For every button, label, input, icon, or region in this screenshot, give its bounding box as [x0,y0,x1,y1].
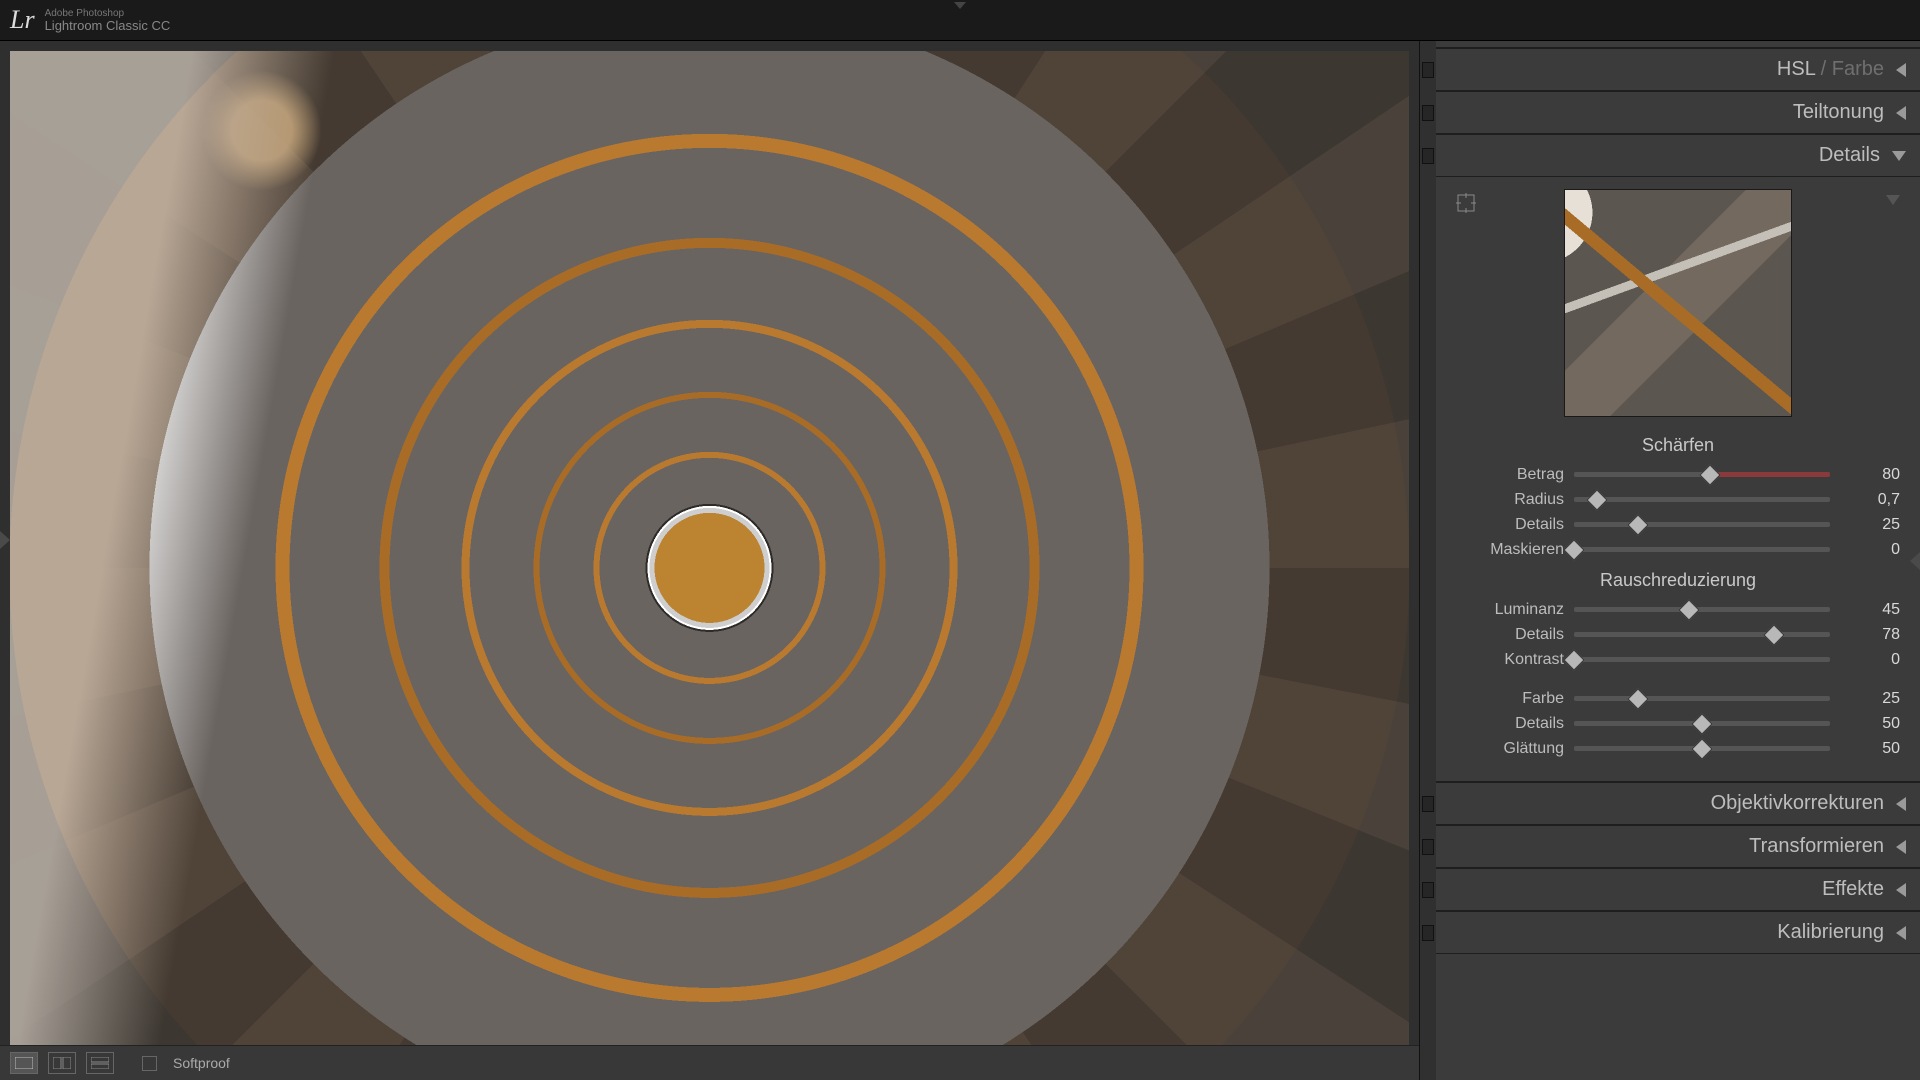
titlebar: Lr Adobe Photoshop Lightroom Classic CC [0,0,1920,41]
panel-header-effekte[interactable]: Effekte [1436,868,1920,911]
panel-switch-icon[interactable] [1422,148,1434,164]
slider-handle-icon[interactable] [1679,599,1700,620]
chevron-left-icon [1896,840,1906,854]
detail-preview-menu-icon[interactable] [1886,195,1900,205]
panel-header-teiltonung[interactable]: Teiltonung [1436,91,1920,134]
panel-title-teiltonung: Teiltonung [1793,101,1884,124]
panel-switch-icon[interactable] [1422,105,1434,121]
slider-track[interactable] [1574,721,1830,726]
chevron-left-icon [1896,797,1906,811]
slider-handle-icon[interactable] [1691,738,1712,759]
slider-track[interactable] [1574,657,1830,662]
panel-switch-icon[interactable] [1422,839,1434,855]
app-logo: Lr [10,5,35,35]
section-title-sharpen: Schärfen [1456,435,1900,456]
app-name-block: Adobe Photoshop Lightroom Classic CC [45,9,171,32]
chevron-down-icon [1892,151,1906,161]
detail-target-picker-icon[interactable] [1456,193,1476,218]
slider-track[interactable] [1574,522,1830,527]
panel-header-details[interactable]: Details [1436,134,1920,177]
chevron-left-icon [1896,926,1906,940]
panel-title-hsl-farbe: HSL / Farbe [1777,58,1884,81]
view-before-after-lr-button[interactable] [48,1052,76,1074]
slider-track[interactable] [1574,472,1830,477]
slider-track[interactable] [1574,696,1830,701]
top-panel-collapse-icon[interactable] [954,2,966,9]
main-area: Softproof HSL / Farbe [0,41,1920,1080]
panel-switch-icon[interactable] [1422,62,1434,78]
slider-luminanz-details[interactable]: Details 78 [1456,622,1900,647]
panel-switch-icon[interactable] [1422,796,1434,812]
slider-track[interactable] [1574,746,1830,751]
panel-header-hsl-farbe[interactable]: HSL / Farbe [1436,48,1920,91]
chevron-left-icon [1896,883,1906,897]
panel-title-details: Details [1819,144,1880,167]
slider-track[interactable] [1574,497,1830,502]
panel-switch-icon[interactable] [1422,882,1434,898]
slider-handle-icon[interactable] [1699,464,1720,485]
panel-header-transformieren[interactable]: Transformieren [1436,825,1920,868]
right-rail: HSL / Farbe Teiltonung Details [1419,41,1920,1080]
canvas-stage [0,41,1419,1045]
slider-handle-icon[interactable] [1627,688,1648,709]
left-rail-expand-icon[interactable] [0,531,10,549]
chevron-left-icon [1896,106,1906,120]
slider-sharpen-details[interactable]: Details 25 [1456,512,1900,537]
softproof-checkbox[interactable] [142,1056,157,1071]
detail-preview-thumbnail[interactable] [1564,189,1792,417]
panel-title-kalibrierung: Kalibrierung [1777,921,1884,944]
slider-handle-icon[interactable] [1763,624,1784,645]
panel-header-objektivkorrekturen[interactable]: Objektivkorrekturen [1436,782,1920,825]
slider-kontrast[interactable]: Kontrast 0 [1456,647,1900,672]
panel-header-kalibrierung[interactable]: Kalibrierung [1436,911,1920,954]
canvas-column: Softproof [0,41,1419,1080]
slider-farbe[interactable]: Farbe 25 [1456,686,1900,711]
section-title-noise: Rauschreduzierung [1456,570,1900,591]
slider-handle-icon[interactable] [1627,514,1648,535]
panel-title-transformieren: Transformieren [1749,835,1884,858]
panels-stack: HSL / Farbe Teiltonung Details [1436,41,1920,1080]
chevron-left-icon [1896,63,1906,77]
slider-glaettung[interactable]: Glättung 50 [1456,736,1900,761]
softproof-label: Softproof [173,1055,230,1071]
slider-radius[interactable]: Radius 0,7 [1456,487,1900,512]
slider-handle-icon[interactable] [1586,489,1607,510]
panel-body-details: Schärfen Betrag 80 Radius 0,7 Details [1436,177,1920,782]
slider-track[interactable] [1574,547,1830,552]
slider-betrag[interactable]: Betrag 80 [1456,462,1900,487]
photo-content-spiral-staircase [10,51,1409,1045]
main-photo[interactable] [10,51,1409,1045]
slider-track[interactable] [1574,632,1830,637]
right-rail-collapse-icon[interactable] [1910,552,1920,570]
slider-farbe-details[interactable]: Details 50 [1456,711,1900,736]
slider-track[interactable] [1574,607,1830,612]
slider-maskieren[interactable]: Maskieren 0 [1456,537,1900,562]
panel-title-effekte: Effekte [1822,878,1884,901]
panel-switch-icon[interactable] [1422,925,1434,941]
canvas-toolbar: Softproof [0,1045,1419,1080]
panel-title-objektivkorrekturen: Objektivkorrekturen [1711,792,1884,815]
view-loupe-button[interactable] [10,1052,38,1074]
view-before-after-tb-button[interactable] [86,1052,114,1074]
slider-luminanz[interactable]: Luminanz 45 [1456,597,1900,622]
slider-handle-icon[interactable] [1691,713,1712,734]
app-name: Lightroom Classic CC [45,18,171,33]
panel-header-gradationskurve[interactable] [1436,41,1920,48]
